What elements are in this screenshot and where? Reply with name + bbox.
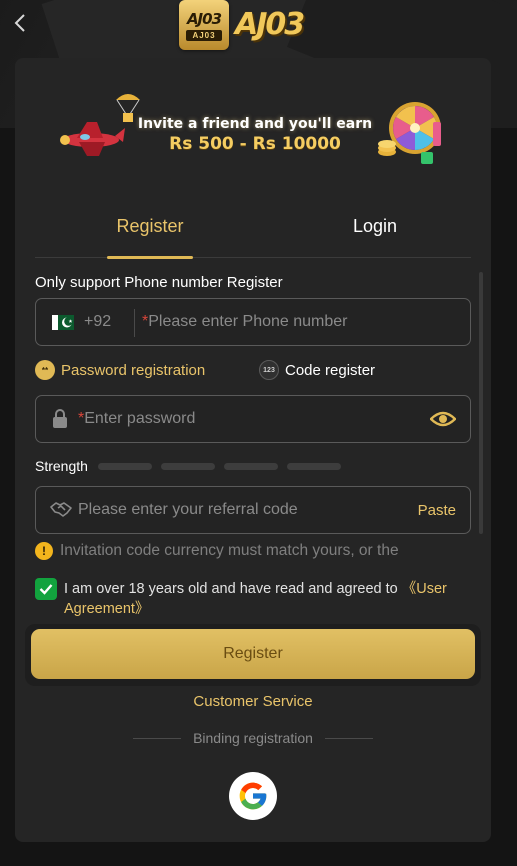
agreement-text: I am over 18 years old and have read and… — [64, 579, 474, 619]
paste-button[interactable]: Paste — [418, 502, 456, 519]
numeric-code-icon: 123 — [259, 360, 279, 380]
chevron-left-icon — [14, 14, 25, 32]
phone-field[interactable]: +92 *Please enter Phone number — [35, 298, 471, 346]
google-signin-button[interactable] — [229, 772, 277, 820]
strength-label: Strength — [35, 458, 88, 474]
invite-banner[interactable]: Invite a friend and you'll earn Rs 500 -… — [57, 88, 449, 174]
support-label: Only support Phone number Register — [35, 274, 283, 291]
logo-badge-text: AJ03 — [186, 9, 222, 28]
warning-icon: ! — [35, 542, 53, 560]
strength-segment — [160, 462, 215, 470]
invitation-notice-text: Invitation code currency must match your… — [60, 542, 399, 559]
divider-line — [324, 737, 373, 739]
binding-registration-label: Binding registration — [193, 730, 313, 746]
form-scrollbar[interactable] — [479, 272, 483, 534]
strength-segment — [97, 462, 152, 470]
binding-divider: Binding registration — [125, 730, 381, 746]
field-divider — [134, 309, 135, 337]
code-register-label: Code register — [285, 361, 376, 379]
pakistan-flag-icon — [52, 315, 74, 330]
agreement-statement: I am over 18 years old and have read and… — [64, 581, 402, 597]
divider-line — [133, 737, 182, 739]
register-button-container: Register — [25, 624, 481, 686]
password-strength: Strength — [35, 458, 350, 474]
back-button[interactable] — [8, 10, 32, 36]
eye-icon[interactable] — [430, 409, 456, 429]
tab-login[interactable]: Login — [335, 216, 415, 258]
password-registration-label: Password registration — [61, 361, 206, 379]
referral-input[interactable]: Please enter your referral code — [78, 501, 298, 519]
logo-badge-subtext: AJ03 — [186, 29, 222, 41]
lock-icon — [53, 409, 67, 428]
dial-code[interactable]: +92 — [84, 313, 111, 331]
strength-segment — [223, 462, 278, 470]
phone-placeholder: Please enter Phone number — [148, 313, 348, 330]
referral-field[interactable]: Please enter your referral code Paste — [35, 486, 471, 534]
password-dots-icon: ** — [35, 360, 55, 380]
register-button[interactable]: Register — [31, 629, 475, 679]
prize-wheel-icon — [378, 102, 441, 164]
password-input[interactable]: *Enter password — [78, 410, 195, 428]
handshake-icon — [50, 502, 72, 517]
tab-register[interactable]: Register — [107, 216, 193, 259]
customer-service-link[interactable]: Customer Service — [15, 693, 491, 710]
agreement-checkbox[interactable] — [35, 578, 57, 600]
invitation-notice: ! Invitation code currency must match yo… — [35, 542, 399, 560]
banner-headline: Invite a friend and you'll earn — [137, 116, 373, 132]
password-registration-option[interactable]: ** Password registration — [35, 360, 205, 380]
banner-amount: Rs 500 - Rs 10000 — [169, 134, 341, 154]
google-icon — [239, 782, 267, 810]
password-placeholder: Enter password — [84, 410, 196, 427]
app-logo-wordmark: AJ03 — [235, 6, 305, 42]
phone-input[interactable]: *Please enter Phone number — [142, 313, 347, 331]
strength-segment — [286, 462, 341, 470]
code-register-option[interactable]: 123 Code register — [259, 360, 375, 380]
password-field[interactable]: *Enter password — [35, 395, 471, 443]
app-logo-badge: AJ03 AJ03 — [179, 0, 229, 50]
checkmark-icon — [39, 584, 53, 595]
auth-tabs: Register Login — [35, 206, 471, 259]
register-card: Invite a friend and you'll earn Rs 500 -… — [15, 58, 491, 842]
